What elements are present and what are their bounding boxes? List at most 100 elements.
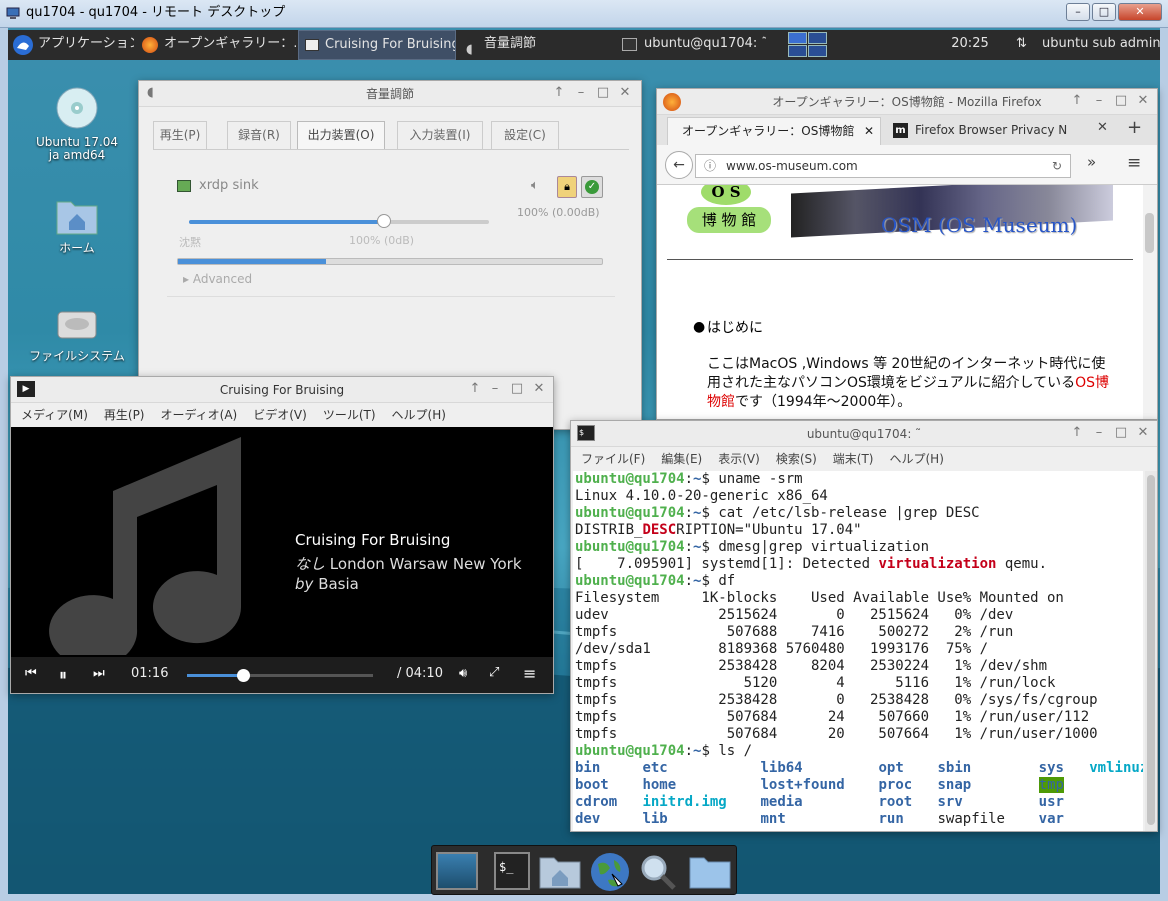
desktop-icon-ubuntu-iso[interactable]: Ubuntu 17.04 ja amd64 <box>30 86 124 162</box>
window-minimize-button[interactable]: – <box>1089 89 1109 115</box>
menu-help[interactable]: ヘルプ(H) <box>890 452 944 466</box>
rdp-maximize-button[interactable]: □ <box>1092 3 1116 21</box>
intro-link[interactable]: OS博 <box>1075 375 1109 391</box>
overflow-chevron-icon[interactable]: » <box>1087 153 1096 171</box>
tab-recording[interactable]: 録音(R) <box>227 121 291 149</box>
menu-tools[interactable]: ツール(T) <box>323 408 376 422</box>
seek-bar[interactable] <box>187 669 373 682</box>
rdp-minimize-button[interactable]: – <box>1066 3 1090 21</box>
album-name: London Warsaw New York <box>329 555 522 573</box>
os-museum-logo: O S 博 物 館 <box>687 185 771 235</box>
terminal-text: lost+found <box>760 777 845 793</box>
search-launcher-icon[interactable] <box>638 852 678 892</box>
desktop-icon-home[interactable]: ホーム <box>30 196 124 255</box>
previous-icon[interactable]: ⏮︎ <box>25 666 37 681</box>
scrollbar-thumb[interactable] <box>1145 213 1154 253</box>
window-close-button[interactable]: ✕ <box>1133 89 1153 115</box>
panel-clock[interactable]: 20:25 <box>948 30 992 60</box>
window-shade-button[interactable]: ↑ <box>1067 421 1087 447</box>
task-terminal[interactable]: ubuntu@qu1704: ˜ <box>616 30 766 60</box>
menu-audio[interactable]: オーディオ(A) <box>161 408 238 422</box>
volume-slider-knob[interactable] <box>377 214 391 228</box>
horizontal-rule <box>667 259 1133 260</box>
task-volume[interactable]: ◖ 音量調節 <box>460 30 590 60</box>
window-shade-button[interactable]: ↑ <box>465 377 485 403</box>
window-maximize-button[interactable]: □ <box>593 81 613 107</box>
menu-playback[interactable]: 再生(P) <box>104 408 145 422</box>
page-scrollbar[interactable] <box>1143 185 1157 419</box>
network-icon[interactable]: ⇅ <box>1016 30 1036 60</box>
lock-channels-toggle[interactable]: 🔒︎ <box>557 176 577 198</box>
browser-tab-active[interactable]: オープンギャラリー：OS博物館 ✕ <box>667 117 881 145</box>
window-maximize-button[interactable]: □ <box>507 377 527 403</box>
intro-link[interactable]: 物館 <box>707 394 735 410</box>
window-maximize-button[interactable]: □ <box>1111 421 1131 447</box>
tab-output-devices[interactable]: 出力装置(O) <box>297 121 385 150</box>
volume-icon[interactable]: 🔊︎ <box>459 666 467 681</box>
show-desktop-icon[interactable] <box>436 852 478 890</box>
window-close-button[interactable]: ✕ <box>1133 421 1153 447</box>
back-arrow-icon[interactable]: ← <box>665 151 693 179</box>
menu-file[interactable]: ファイル(F) <box>581 452 645 466</box>
workspace-switcher[interactable] <box>788 32 828 58</box>
window-maximize-button[interactable]: □ <box>1111 89 1131 115</box>
window-minimize-button[interactable]: – <box>1089 421 1109 447</box>
window-minimize-button[interactable]: – <box>485 377 505 403</box>
applications-menu[interactable]: アプリケーション <box>10 30 134 60</box>
window-shade-button[interactable]: ↑ <box>1067 89 1087 115</box>
hamburger-menu-icon[interactable]: ≡ <box>1127 153 1141 173</box>
tab-close-icon[interactable]: ✕ <box>864 118 874 144</box>
user-menu[interactable]: ubuntu sub admin <box>1042 30 1160 60</box>
menu-edit[interactable]: 編集(E) <box>661 452 702 466</box>
menu-video[interactable]: ビデオ(V) <box>253 408 307 422</box>
web-browser-launcher-icon[interactable] <box>588 850 632 894</box>
playlist-menu-icon[interactable]: ≡ <box>523 664 536 683</box>
bullet-text[interactable]: はじめに <box>707 317 763 337</box>
terminal-line: tmpfs 2538428 8204 2530224 1% /dev/shm <box>575 658 1143 675</box>
terminal-text: mnt <box>760 811 786 827</box>
device-name: xrdp sink <box>199 178 259 193</box>
menu-search[interactable]: 検索(S) <box>776 452 817 466</box>
browser-tab[interactable]: m Firefox Browser Privacy N <box>889 117 1095 145</box>
window-close-button[interactable]: ✕ <box>529 377 549 403</box>
terminal-output[interactable]: ubuntu@qu1704:~$ uname -srm Linux 4.10.0-… <box>573 471 1143 831</box>
tab-input-devices[interactable]: 入力装置(I) <box>397 121 483 149</box>
intro-line: ここはMacOS ,Windows 等 20世紀のインターネット時代に使 <box>707 356 1106 372</box>
terminal-launcher-icon[interactable]: $_ <box>494 852 530 890</box>
menu-terminal[interactable]: 端末(T) <box>833 452 874 466</box>
volume-slider[interactable] <box>189 214 489 228</box>
rdp-close-button[interactable]: ✕ <box>1118 3 1162 21</box>
menu-help[interactable]: ヘルプ(H) <box>392 408 446 422</box>
url-bar[interactable]: ⓘ www.os-museum.com ↻ <box>695 154 1071 178</box>
next-icon[interactable]: ⏭︎ <box>93 666 105 681</box>
folder-launcher-icon[interactable] <box>688 854 732 890</box>
task-media-player[interactable]: Cruising For Bruising <box>298 30 456 60</box>
new-tab-button[interactable]: + <box>1127 117 1142 138</box>
rdp-titlebar: qu1704 - qu1704 - リモート デスクトップ <box>0 0 1168 28</box>
reload-icon[interactable]: ↻ <box>1052 155 1062 177</box>
terminal-text: initrd.img <box>642 794 727 810</box>
pause-icon[interactable]: ⏸︎ <box>59 665 67 685</box>
advanced-expander[interactable]: ▸ Advanced <box>183 272 252 286</box>
menu-view[interactable]: 表示(V) <box>718 452 760 466</box>
terminal-scrollbar[interactable] <box>1145 471 1157 831</box>
tab-close-icon[interactable]: ✕ <box>1097 120 1108 135</box>
seek-knob[interactable] <box>236 669 250 682</box>
tab-settings[interactable]: 設定(C) <box>491 121 559 149</box>
tab-playback[interactable]: 再生(P) <box>153 121 207 149</box>
home-folder-launcher-icon[interactable] <box>538 854 582 890</box>
url-text: www.os-museum.com <box>726 159 858 173</box>
mute-toggle[interactable]: ✓ <box>581 176 603 198</box>
menu-media[interactable]: メディア(M) <box>21 408 88 422</box>
desktop-icon-filesystem[interactable]: ファイルシステム <box>28 304 126 363</box>
task-firefox[interactable]: オープンギャラリー：… <box>136 30 296 60</box>
window-shade-button[interactable]: ↑ <box>549 81 569 107</box>
scrollbar-thumb[interactable] <box>1147 475 1155 825</box>
window-close-button[interactable]: ✕ <box>615 81 635 107</box>
fullscreen-icon[interactable]: ⤢ <box>489 665 499 680</box>
window-minimize-button[interactable]: – <box>571 81 591 107</box>
